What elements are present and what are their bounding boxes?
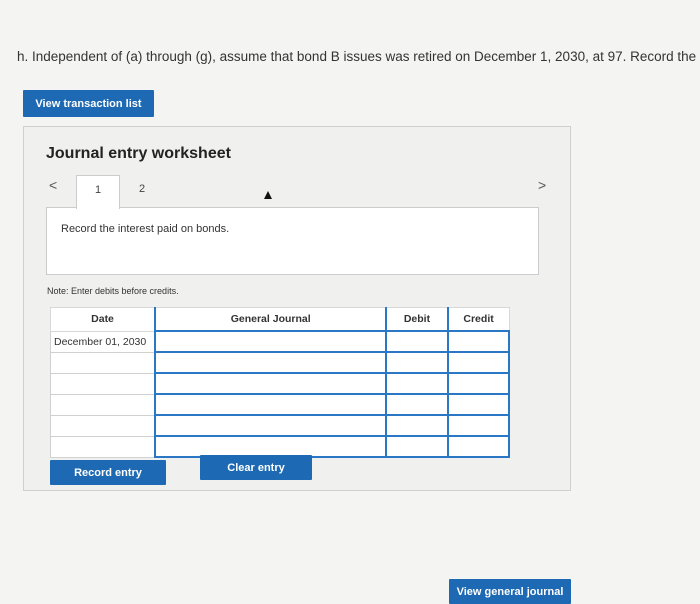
credit-cell[interactable] <box>446 351 511 374</box>
journal-entry-worksheet: Journal entry worksheet < > 1 2 Record t… <box>23 126 571 604</box>
instruction-text: Record the interest paid on bonds. <box>61 223 230 235</box>
question-text: h. Independent of (a) through (g), assum… <box>17 49 700 64</box>
account-cell[interactable] <box>154 393 388 416</box>
date-cell[interactable] <box>50 435 156 458</box>
account-cell[interactable] <box>154 351 388 374</box>
clear-entry-button[interactable]: Clear entry <box>200 455 312 480</box>
instruction-panel: Record the interest paid on bonds. <box>46 207 539 275</box>
debit-cell[interactable] <box>385 435 449 458</box>
account-cell[interactable] <box>154 330 388 353</box>
table-row <box>50 435 511 458</box>
date-cell[interactable] <box>50 372 156 395</box>
credit-cell[interactable] <box>446 393 511 416</box>
table-row <box>50 372 511 395</box>
worksheet-title: Journal entry worksheet <box>46 145 231 162</box>
table-row <box>50 351 511 374</box>
table-row <box>50 414 511 437</box>
journal-header-row: Date General Journal Debit Credit <box>50 307 510 332</box>
tab-1[interactable]: 1 <box>76 175 120 209</box>
chevron-left-icon[interactable]: < <box>49 177 57 193</box>
debit-cell[interactable] <box>385 330 449 353</box>
date-header: Date <box>50 307 156 332</box>
debit-cell[interactable] <box>385 372 449 395</box>
debit-cell[interactable] <box>385 414 449 437</box>
credit-header: Credit <box>446 307 510 332</box>
credit-cell[interactable] <box>446 414 511 437</box>
credit-cell[interactable] <box>446 435 511 458</box>
chevron-right-icon[interactable]: > <box>538 177 546 193</box>
record-entry-button[interactable]: Record entry <box>50 460 166 485</box>
table-row <box>50 393 511 416</box>
journal-table: Date General Journal Debit Credit Decemb… <box>50 307 511 458</box>
tab-2[interactable]: 2 <box>120 175 164 209</box>
credit-cell[interactable] <box>446 372 511 395</box>
tab-2-label: 2 <box>138 183 146 195</box>
view-transaction-list-button[interactable]: View transaction list <box>23 90 154 117</box>
debit-header: Debit <box>385 307 449 332</box>
date-cell[interactable] <box>50 414 156 437</box>
account-cell[interactable] <box>154 372 388 395</box>
debit-cell[interactable] <box>385 393 449 416</box>
debit-cell[interactable] <box>385 351 449 374</box>
table-row: December 01, 2030 <box>50 330 511 353</box>
tab-1-label: 1 <box>94 184 102 196</box>
date-cell[interactable]: December 01, 2030 <box>50 330 156 353</box>
view-general-journal-button[interactable]: View general journal <box>449 579 571 604</box>
mouse-cursor-icon <box>264 191 272 199</box>
note-text: Note: Enter debits before credits. <box>47 286 179 296</box>
credit-cell[interactable] <box>446 330 511 353</box>
general-journal-header: General Journal <box>154 307 387 332</box>
account-cell[interactable] <box>154 435 388 458</box>
account-cell[interactable] <box>154 414 388 437</box>
date-cell[interactable] <box>50 393 156 416</box>
date-cell[interactable] <box>50 351 156 374</box>
